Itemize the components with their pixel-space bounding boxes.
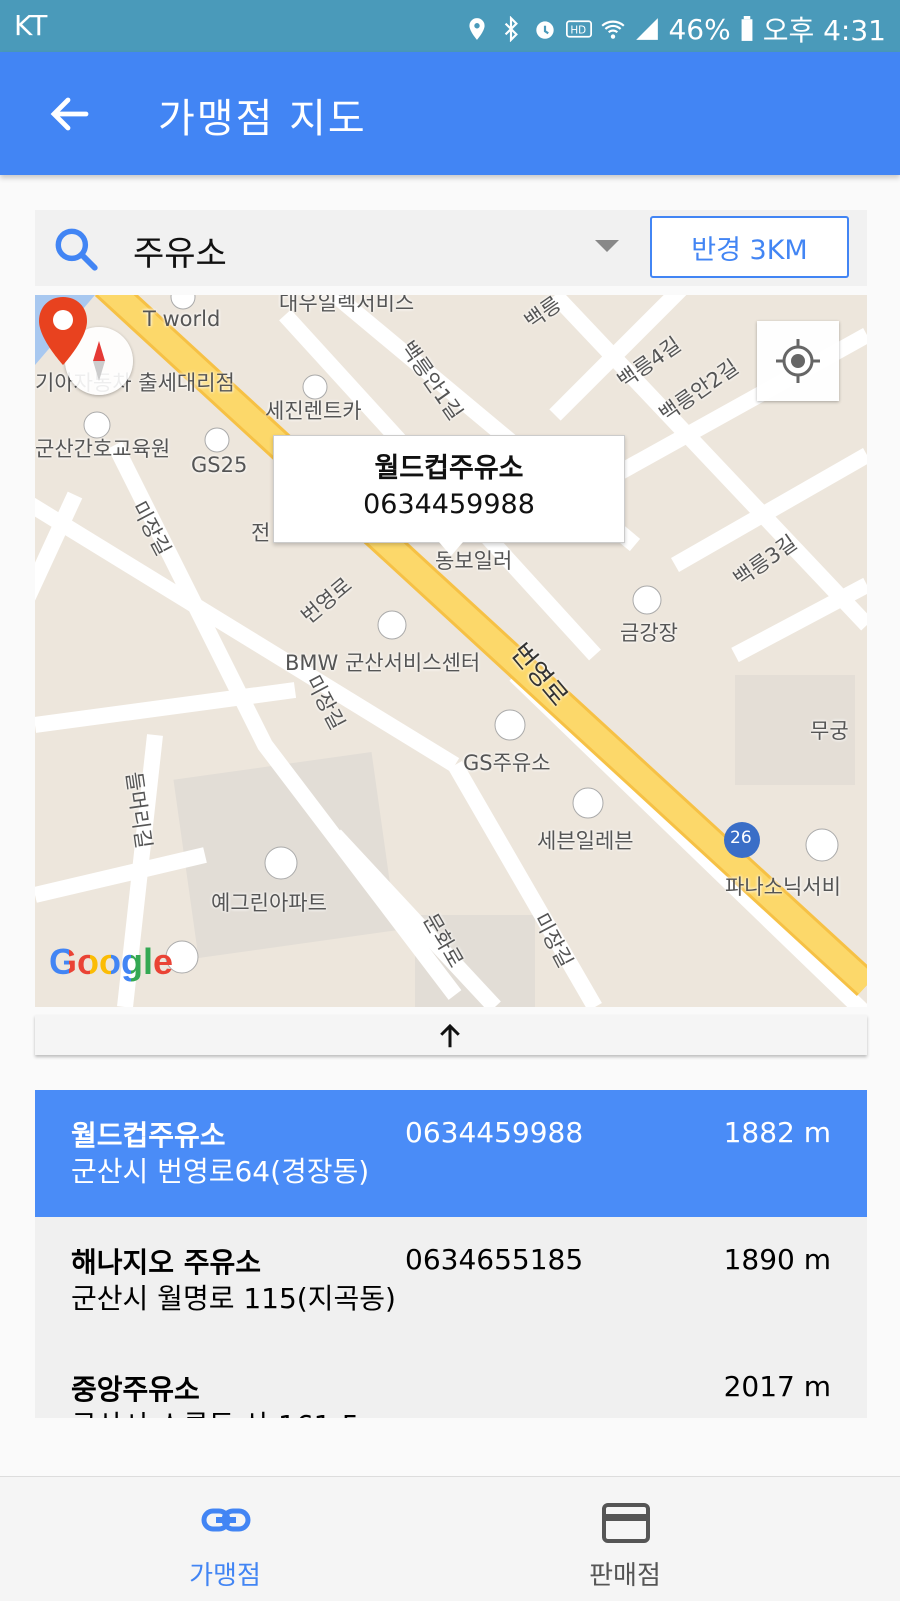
station-name: 해나지오 주유소 bbox=[71, 1246, 262, 1279]
map-label: 대우일렉서비스 bbox=[279, 295, 415, 315]
station-address: 군산시 번영로64(경장동) bbox=[71, 1155, 370, 1188]
status-icons: HD 46% 오후 4:31 bbox=[464, 9, 886, 49]
bluetooth-icon bbox=[505, 16, 519, 42]
map-label: 예그린아파트 bbox=[211, 891, 327, 915]
battery-icon bbox=[741, 16, 753, 41]
map-label: T world bbox=[143, 307, 221, 331]
hd-icon: HD bbox=[566, 20, 593, 38]
tab-seller-label: 판매점 bbox=[589, 1561, 661, 1591]
marker-info-window[interactable]: 월드컵주유소 0634459988 bbox=[273, 435, 625, 556]
map-label: 무궁 bbox=[810, 719, 849, 743]
radius-button[interactable]: 반경 3KM bbox=[650, 216, 849, 278]
status-bar: KT HD 46% 오후 4:31 bbox=[0, 0, 900, 52]
search-icon bbox=[55, 228, 98, 271]
arrow-up-icon bbox=[440, 1023, 460, 1048]
category-select[interactable]: 주유소 bbox=[133, 226, 227, 275]
tab-seller[interactable]: 판매점 bbox=[400, 1477, 850, 1601]
map-label: 군산간호교육원 bbox=[35, 437, 171, 461]
app-bar: 가맹점 지도 bbox=[0, 52, 900, 175]
dropdown-arrow-icon[interactable] bbox=[595, 240, 619, 252]
map-pin-icon[interactable] bbox=[35, 295, 91, 367]
google-logo: Google bbox=[49, 941, 173, 983]
signal-icon bbox=[636, 18, 659, 40]
map-label: 세븐일레븐 bbox=[537, 829, 634, 853]
map-label: 세진렌트카 bbox=[265, 399, 362, 423]
wifi-icon bbox=[601, 20, 626, 39]
map-label: BMW 군산서비스센터 bbox=[285, 651, 481, 675]
link-icon bbox=[201, 1508, 251, 1532]
map-view[interactable]: 대우일렉서비스 T world 기아자동차 출세대리점 세진렌트카 군산간호교육… bbox=[35, 295, 867, 1007]
expand-list-button[interactable] bbox=[35, 1015, 867, 1055]
tab-affiliate-label: 가맹점 bbox=[189, 1561, 261, 1591]
info-window-name: 월드컵주유소 bbox=[374, 453, 524, 484]
map-label: 금강장 bbox=[620, 621, 678, 645]
svg-text:HD: HD bbox=[571, 24, 587, 36]
bottom-navigation: 가맹점 판매점 bbox=[0, 1476, 900, 1601]
back-arrow-icon[interactable] bbox=[46, 90, 94, 138]
info-window-phone: 0634459988 bbox=[363, 489, 535, 520]
list-item[interactable]: 중앙주유소 군산시 소룡동 산 161-5 2017 m bbox=[35, 1344, 867, 1418]
route-shield-label: 26 bbox=[730, 828, 752, 848]
location-icon bbox=[469, 18, 486, 40]
station-address: 군산시 소룡동 산 161-5 bbox=[71, 1404, 359, 1418]
my-location-button[interactable] bbox=[757, 321, 839, 401]
map-label: 파나소닉서비 bbox=[725, 875, 841, 899]
alarm-icon bbox=[536, 21, 555, 39]
my-location-icon bbox=[776, 339, 820, 383]
tab-affiliate[interactable]: 가맹점 bbox=[0, 1477, 450, 1601]
list-item[interactable]: 월드컵주유소 군산시 번영로64(경장동) 0634459988 1882 m bbox=[35, 1090, 867, 1217]
battery-percent: 46% bbox=[668, 12, 731, 46]
station-name: 월드컵주유소 bbox=[71, 1119, 226, 1152]
station-name: 중앙주유소 bbox=[71, 1373, 200, 1406]
station-list: 월드컵주유소 군산시 번영로64(경장동) 0634459988 1882 m … bbox=[35, 1090, 867, 1418]
list-item[interactable]: 해나지오 주유소 군산시 월명로 115(지곡동) 0634655185 189… bbox=[35, 1217, 867, 1344]
station-distance: 1890 m bbox=[723, 1243, 831, 1276]
station-distance: 2017 m bbox=[723, 1370, 831, 1403]
map-label: 전 bbox=[251, 521, 271, 545]
station-phone: 0634459988 bbox=[405, 1116, 584, 1149]
map-label: GS25 bbox=[191, 453, 248, 477]
page-title: 가맹점 지도 bbox=[158, 96, 367, 142]
google-logo-text: Google bbox=[49, 941, 173, 982]
map-label: GS주유소 bbox=[463, 751, 551, 775]
carrier-label: KT bbox=[14, 9, 48, 42]
clock: 오후 4:31 bbox=[762, 14, 886, 47]
station-phone: 0634655185 bbox=[405, 1243, 584, 1276]
station-distance: 1882 m bbox=[723, 1116, 831, 1149]
station-address: 군산시 월명로 115(지곡동) bbox=[71, 1282, 396, 1315]
credit-card-icon bbox=[602, 1503, 650, 1543]
